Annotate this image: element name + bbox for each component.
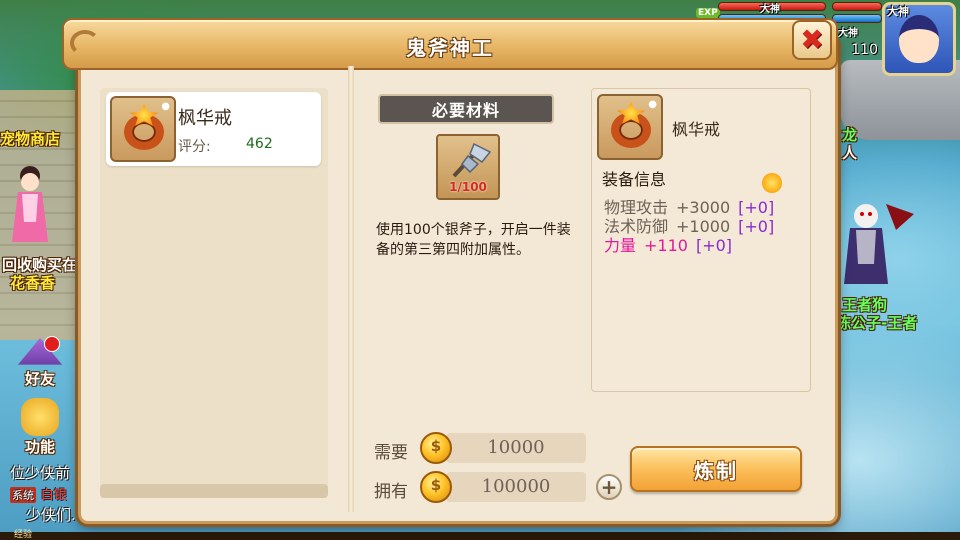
gold-coin-icon (420, 432, 452, 464)
gold-coin-icon (420, 471, 452, 503)
add-gold-button[interactable]: + (596, 474, 622, 500)
chat-line-3: 少侠们. (26, 506, 76, 524)
ring-slot: ● (110, 96, 176, 162)
forge-button-label: 炼制 (694, 458, 738, 483)
exp-badge: EXP (696, 8, 720, 18)
npc2-name: 人 (842, 144, 858, 162)
forge-button[interactable]: 炼制 (630, 446, 802, 492)
chat-line-2: 系统 白银 (10, 484, 67, 503)
functions-label: 功能 (24, 438, 55, 456)
functions-button[interactable]: 功能 (12, 398, 68, 456)
chat-line-1: 位少侠前 (10, 464, 71, 482)
required-materials-label: 必要材料 (431, 101, 500, 120)
have-label: 拥有 (374, 482, 408, 502)
exp-label: 经验 (14, 530, 33, 540)
pet-tag-2: 大神 (838, 28, 858, 39)
npc3-name: 陈公子-王者 (836, 314, 918, 332)
info-ring-slot: ● (597, 94, 663, 160)
item-score-value: 462 (246, 136, 273, 152)
required-materials-banner: 必要材料 (378, 94, 554, 124)
npc-huaxiangxiang[interactable] (8, 162, 52, 250)
close-button[interactable]: ✖ (792, 20, 832, 60)
pet-shop-label[interactable]: 宠物商店 (0, 128, 60, 149)
dialog-title-bar: 鬼斧神工 (62, 18, 838, 70)
info-item-name: 枫华戒 (672, 120, 721, 139)
friends-label: 好友 (24, 370, 55, 388)
system-tag: 系统 (10, 487, 36, 503)
material-slot[interactable]: 1/100 (436, 134, 500, 200)
need-value: 10000 (446, 433, 586, 463)
close-icon: ✖ (800, 23, 824, 56)
level-number: 110 (851, 42, 878, 58)
sun-icon (762, 173, 782, 193)
item-list-scrollbar[interactable] (100, 484, 328, 498)
npc1-name: 花香香 (10, 274, 56, 292)
lock-icon: ● (161, 101, 170, 112)
stat-label: 力量 (604, 236, 637, 255)
stat-value: +110 (644, 236, 688, 255)
player-tag: 大神 (887, 5, 909, 18)
dialog-title: 鬼斧神工 (406, 36, 494, 60)
info-lock-icon: ● (648, 99, 657, 110)
player-portrait[interactable]: 大神 (882, 2, 956, 76)
fist-icon (21, 398, 59, 436)
need-label: 需要 (374, 443, 408, 463)
item-score-label: 评分: (178, 139, 211, 155)
material-description: 使用100个银斧子，开启一件装备的第三第四附加属性。 (376, 222, 571, 258)
stat-row: 力量 +110 [+0] (604, 232, 732, 256)
item-name: 枫华戒 (178, 108, 232, 129)
material-count: 1/100 (449, 180, 487, 194)
exp-bar (0, 532, 960, 540)
panel-divider (348, 66, 354, 512)
player-mp-bar (832, 14, 882, 23)
equipment-info-header: 装备信息 (602, 170, 667, 189)
have-value: 100000 (446, 472, 586, 502)
stat-bonus: [+0] (738, 217, 775, 236)
axe-icon (452, 142, 492, 178)
notification-dot (44, 336, 60, 352)
stat-bonus: [+0] (695, 236, 733, 255)
pet-tag: 大神 (760, 4, 780, 15)
player-hp-bar (832, 2, 882, 11)
npc-wangzhegou[interactable] (836, 194, 916, 294)
chat-line-2-text: 白银 (40, 488, 67, 503)
avatar (899, 15, 939, 63)
